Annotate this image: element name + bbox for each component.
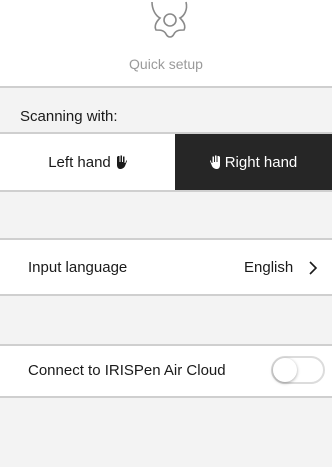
page-title: Quick setup xyxy=(129,56,203,72)
spacer xyxy=(0,296,332,346)
hand-icon xyxy=(116,155,127,169)
input-language-value: English xyxy=(244,259,294,276)
input-language-label: Input language xyxy=(28,259,128,276)
bottom-spacer xyxy=(0,398,332,467)
spacer xyxy=(0,192,332,238)
left-hand-label: Left hand xyxy=(48,153,111,171)
cloud-label: Connect to IRISPen Air Cloud xyxy=(28,362,226,379)
chevron-right-icon xyxy=(309,261,318,275)
gear-icon xyxy=(151,1,188,38)
toggle-knob xyxy=(273,358,297,382)
cloud-toggle[interactable] xyxy=(271,356,325,384)
left-hand-button[interactable]: Left hand xyxy=(0,134,175,190)
right-hand-button[interactable]: Right hand xyxy=(175,134,332,190)
scanning-label: Scanning with: xyxy=(20,108,118,125)
header: Quick setup xyxy=(0,0,332,80)
hand-icon xyxy=(209,155,220,169)
right-hand-label: Right hand xyxy=(224,153,298,171)
